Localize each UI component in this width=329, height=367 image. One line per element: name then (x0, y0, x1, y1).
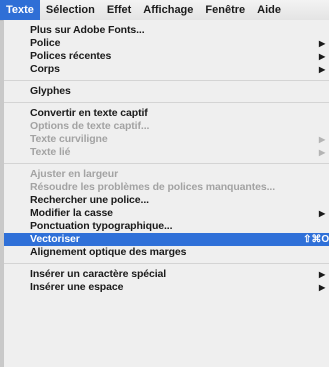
texte-dropdown-menu: Plus sur Adobe Fonts... Police ▶ Polices … (4, 20, 329, 367)
menu-texte[interactable]: Texte (0, 0, 40, 20)
menu-aide[interactable]: Aide (251, 0, 287, 20)
menu-affichage[interactable]: Affichage (137, 0, 199, 20)
menu-item-plus-sur-adobe-fonts[interactable]: Plus sur Adobe Fonts... (4, 24, 329, 37)
menu-separator (4, 102, 329, 103)
menu-item-vectoriser[interactable]: Vectoriser ⇧⌘O (4, 233, 329, 246)
menu-separator (4, 163, 329, 164)
menu-item-convertir-en-texte-captif[interactable]: Convertir en texte captif (4, 107, 329, 120)
menu-item-label: Texte lié (30, 146, 71, 158)
menu-item-options-de-texte-captif: Options de texte captif... (4, 120, 329, 133)
menu-item-texte-curviligne: Texte curviligne ▶ (4, 133, 329, 146)
app-window: Texte Sélection Effet Affichage Fenêtre … (0, 0, 329, 367)
submenu-arrow-icon: ▶ (318, 65, 325, 74)
menu-item-label: Rechercher une police... (30, 194, 149, 206)
submenu-arrow-icon: ▶ (318, 270, 325, 279)
menu-item-inserer-une-espace[interactable]: Insérer une espace ▶ (4, 281, 329, 294)
menu-item-label: Plus sur Adobe Fonts... (30, 24, 145, 36)
submenu-arrow-icon: ▶ (318, 52, 325, 61)
menu-item-label: Vectoriser (30, 233, 80, 245)
menu-item-corps[interactable]: Corps ▶ (4, 63, 329, 76)
menu-item-polices-recentes[interactable]: Polices récentes ▶ (4, 50, 329, 63)
menu-item-label: Glyphes (30, 85, 71, 97)
menu-item-modifier-la-casse[interactable]: Modifier la casse ▶ (4, 207, 329, 220)
menu-item-label: Polices récentes (30, 50, 112, 62)
menu-item-ponctuation-typographique[interactable]: Ponctuation typographique... (4, 220, 329, 233)
menu-effet[interactable]: Effet (101, 0, 137, 20)
menu-separator (4, 263, 329, 264)
menu-item-label: Ponctuation typographique... (30, 220, 173, 232)
menu-item-police[interactable]: Police ▶ (4, 37, 329, 50)
submenu-arrow-icon: ▶ (318, 135, 325, 144)
menu-item-ajuster-en-largeur: Ajuster en largeur (4, 168, 329, 181)
menu-bar: Texte Sélection Effet Affichage Fenêtre … (0, 0, 329, 21)
menu-item-label: Insérer un caractère spécial (30, 268, 167, 280)
menu-item-rechercher-une-police[interactable]: Rechercher une police... (4, 194, 329, 207)
menu-item-label: Convertir en texte captif (30, 107, 148, 119)
menu-item-texte-lie: Texte lié ▶ (4, 146, 329, 159)
submenu-arrow-icon: ▶ (318, 39, 325, 48)
menu-fenetre[interactable]: Fenêtre (199, 0, 251, 20)
menu-item-label: Texte curviligne (30, 133, 108, 145)
menu-item-resoudre-polices-manquantes: Résoudre les problèmes de polices manqua… (4, 181, 329, 194)
menu-item-alignement-optique[interactable]: Alignement optique des marges (4, 246, 329, 259)
menu-item-glyphes[interactable]: Glyphes (4, 85, 329, 98)
submenu-arrow-icon: ▶ (318, 209, 325, 218)
keyboard-shortcut: ⇧⌘O (303, 234, 329, 245)
menu-item-label: Insérer une espace (30, 281, 124, 293)
menu-item-inserer-caractere-special[interactable]: Insérer un caractère spécial ▶ (4, 268, 329, 281)
menu-separator (4, 80, 329, 81)
menu-item-label: Options de texte captif... (30, 120, 150, 132)
submenu-arrow-icon: ▶ (318, 148, 325, 157)
menu-item-label: Ajuster en largeur (30, 168, 119, 180)
menu-item-label: Alignement optique des marges (30, 246, 187, 258)
menu-item-label: Modifier la casse (30, 207, 113, 219)
menu-item-label: Police (30, 37, 61, 49)
submenu-arrow-icon: ▶ (318, 283, 325, 292)
menu-selection[interactable]: Sélection (40, 0, 101, 20)
menu-item-label: Résoudre les problèmes de polices manqua… (30, 181, 276, 193)
menu-item-label: Corps (30, 63, 60, 75)
